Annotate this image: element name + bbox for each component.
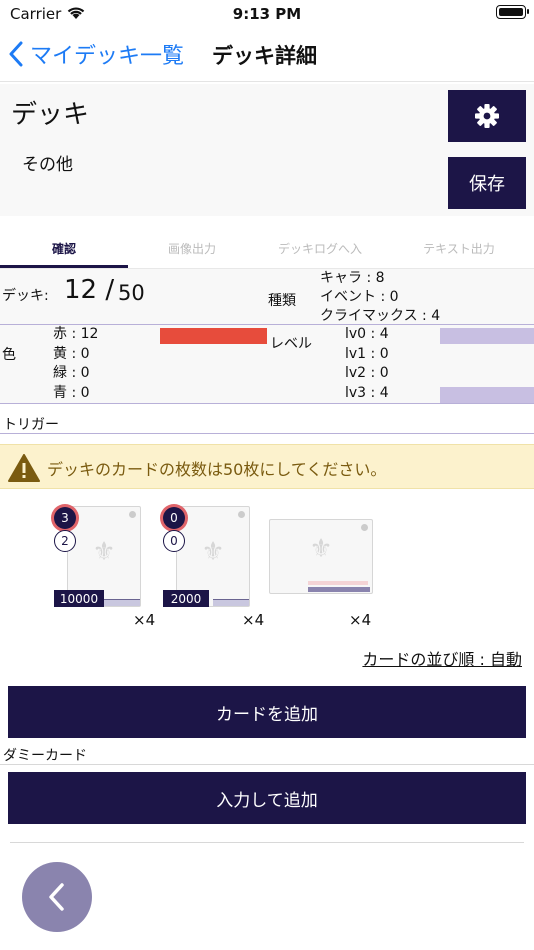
divider bbox=[0, 764, 534, 765]
divider bbox=[0, 433, 534, 434]
chevron-left-icon bbox=[49, 883, 64, 911]
deck-category: その他 bbox=[22, 155, 73, 175]
climax-count-badge: 3 bbox=[54, 507, 76, 529]
save-button[interactable]: 保存 bbox=[448, 157, 526, 209]
level-3: lv3 : 4 bbox=[345, 384, 389, 401]
color-yellow: 黄 : 0 bbox=[53, 345, 90, 362]
dummy-card-label: ダミーカード bbox=[3, 748, 87, 764]
battery-icon bbox=[496, 5, 529, 19]
warning-banner: デッキのカードの枚数は50枚にしてください。 bbox=[0, 444, 534, 489]
back-label: マイデッキ一覧 bbox=[30, 44, 185, 69]
level-3-bar bbox=[440, 387, 534, 403]
deck-max: 50 bbox=[118, 281, 145, 305]
trigger-label: トリガー bbox=[3, 417, 59, 433]
type-label: 種類 bbox=[268, 293, 296, 309]
status-bar: Carrier 9:13 PM bbox=[0, 0, 534, 28]
color-label: 色 bbox=[2, 347, 16, 363]
color-green: 緑 : 0 bbox=[53, 365, 90, 381]
fleur-de-lis-icon: ⚜ bbox=[309, 534, 333, 564]
divider bbox=[0, 403, 534, 404]
color-blue: 青 : 0 bbox=[53, 384, 90, 401]
level-2: lv2 : 0 bbox=[345, 365, 389, 381]
page-title: デッキ詳細 bbox=[212, 44, 317, 68]
chevron-left-icon bbox=[9, 41, 23, 67]
level-0-bar bbox=[440, 328, 534, 344]
tab-image-output[interactable]: 画像出力 bbox=[128, 240, 256, 257]
deck-count-label: デッキ: bbox=[2, 288, 49, 304]
card-count: ×4 bbox=[349, 611, 372, 629]
deck-count: 12 / bbox=[64, 275, 115, 305]
climax-count-badge: 0 bbox=[163, 507, 185, 529]
tab-decklog[interactable]: デッキログへ入 bbox=[256, 240, 384, 257]
fleur-de-lis-icon: ⚜ bbox=[92, 537, 116, 567]
type-chara: キャラ : 8 bbox=[320, 270, 385, 286]
card-count: ×4 bbox=[242, 611, 265, 629]
color-red: 赤 : 12 bbox=[53, 326, 99, 342]
level-1: lv1 : 0 bbox=[345, 345, 389, 362]
gear-icon bbox=[475, 104, 499, 128]
warning-text: デッキのカードの枚数は50枚にしてください。 bbox=[47, 460, 387, 479]
navigation-bar: マイデッキ一覧 デッキ詳細 bbox=[0, 28, 534, 82]
tab-text-output[interactable]: テキスト出力 bbox=[384, 240, 534, 257]
back-fab-button[interactable] bbox=[22, 862, 92, 932]
color-level-section: 色 赤 : 12 黄 : 0 緑 : 0 青 : 0 レベル lv0 : 4 l… bbox=[0, 325, 534, 403]
fleur-de-lis-icon: ⚜ bbox=[201, 537, 225, 567]
card-power: 10000 bbox=[54, 590, 104, 607]
level-0: lv0 : 4 bbox=[345, 326, 389, 342]
card-count: ×4 bbox=[133, 611, 156, 629]
trigger-count-badge: 0 bbox=[163, 530, 185, 552]
deck-name: デッキ bbox=[11, 100, 90, 130]
input-add-button[interactable]: 入力して追加 bbox=[8, 772, 526, 824]
deck-header: デッキ その他 保存 bbox=[0, 84, 534, 216]
divider bbox=[10, 842, 524, 843]
tab-bar: 確認 画像出力 デッキログへ入 テキスト出力 bbox=[0, 236, 534, 268]
settings-button[interactable] bbox=[448, 90, 526, 142]
level-label: レベル bbox=[270, 336, 312, 352]
card-power: 2000 bbox=[163, 590, 209, 607]
red-bar bbox=[160, 328, 267, 344]
tab-confirm[interactable]: 確認 bbox=[0, 240, 128, 257]
clock: 9:13 PM bbox=[232, 5, 302, 23]
sort-order-link[interactable]: カードの並び順 : 自動 bbox=[362, 646, 522, 670]
back-button[interactable]: マイデッキ一覧 bbox=[8, 38, 184, 70]
type-event: イベント : 0 bbox=[320, 289, 399, 305]
add-card-button[interactable]: カードを追加 bbox=[8, 686, 526, 738]
trigger-count-badge: 2 bbox=[54, 530, 76, 552]
card-thumbnail[interactable]: ⚜ bbox=[269, 519, 373, 594]
warning-icon bbox=[8, 454, 40, 486]
deck-summary: デッキ: 12 / 50 種類 キャラ : 8 イベント : 0 クライマックス… bbox=[0, 268, 534, 324]
